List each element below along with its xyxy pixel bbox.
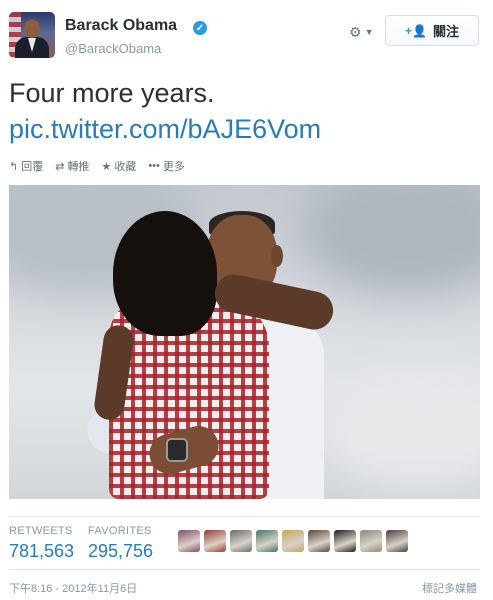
favoriter-avatar[interactable] <box>230 530 252 552</box>
chevron-down-icon: ▼ <box>364 27 374 37</box>
gear-icon: ⚙ <box>349 23 362 40</box>
more-label: 更多 <box>162 161 185 173</box>
favorites-count[interactable]: 295,756 <box>88 541 153 562</box>
add-user-icon: +👤 <box>405 23 427 38</box>
favorite-label: 收藏 <box>114 161 137 173</box>
more-action[interactable]: ••• 更多 <box>148 158 185 174</box>
tweet-actions: ↰ 回覆 ⇄ 轉推 ★ 收藏 ••• 更多 <box>9 158 185 174</box>
reply-action[interactable]: ↰ 回覆 <box>9 158 43 174</box>
retweet-label: 轉推 <box>67 161 90 173</box>
user-handle[interactable]: @BarackObama <box>65 41 161 56</box>
divider <box>9 569 480 570</box>
retweet-action[interactable]: ⇄ 轉推 <box>55 158 89 174</box>
divider <box>9 516 480 517</box>
favoriter-avatar[interactable] <box>308 530 330 552</box>
more-icon: ••• <box>148 160 160 172</box>
user-avatar[interactable] <box>9 12 55 58</box>
tweet-timestamp[interactable]: 下午8:16 - 2012年11月6日 <box>9 580 137 596</box>
user-display-name[interactable]: Barack Obama <box>65 17 177 35</box>
favoriter-avatars <box>178 530 408 552</box>
tweet-settings-menu[interactable]: ⚙ ▼ <box>349 22 379 42</box>
verified-check-icon: ✓ <box>193 21 207 35</box>
favoriter-avatar[interactable] <box>334 530 356 552</box>
flag-media-link[interactable]: 標記多媒體 <box>422 580 477 596</box>
reply-icon: ↰ <box>9 160 19 173</box>
favoriter-avatar[interactable] <box>282 530 304 552</box>
tweet-text: Four more years. <box>9 78 215 108</box>
retweet-icon: ⇄ <box>55 160 65 173</box>
follow-button[interactable]: +👤 關注 <box>385 15 479 46</box>
tweet-media-link[interactable]: pic.twitter.com/bAJE6Vom <box>9 112 321 146</box>
star-icon: ★ <box>101 160 112 173</box>
favorite-action[interactable]: ★ 收藏 <box>101 158 136 174</box>
favorites-label: FAVORITES <box>88 525 152 537</box>
retweets-label: RETWEETS <box>9 525 73 537</box>
tweet-photo[interactable] <box>9 185 480 499</box>
retweets-count[interactable]: 781,563 <box>9 541 74 562</box>
favoriter-avatar[interactable] <box>256 530 278 552</box>
favoriter-avatar[interactable] <box>360 530 382 552</box>
follow-button-label: 關注 <box>432 24 459 39</box>
favoriter-avatar[interactable] <box>386 530 408 552</box>
reply-label: 回覆 <box>21 161 44 173</box>
favoriter-avatar[interactable] <box>204 530 226 552</box>
favoriter-avatar[interactable] <box>178 530 200 552</box>
